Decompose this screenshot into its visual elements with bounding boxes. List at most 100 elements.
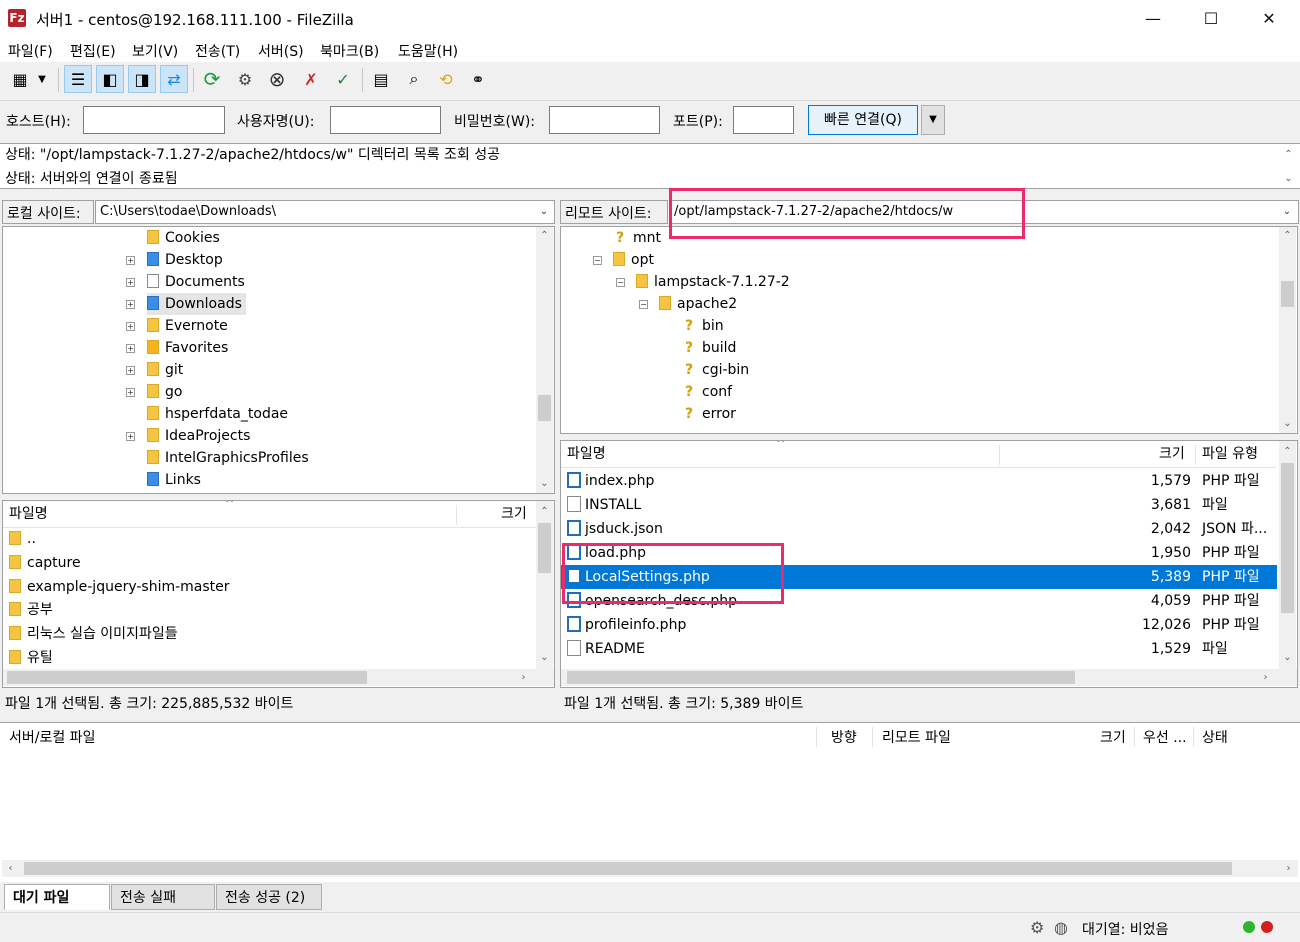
- scroll-thumb[interactable]: [24, 862, 1232, 875]
- vertical-scrollbar[interactable]: ⌃ ⌄: [1279, 441, 1296, 669]
- tree-item[interactable]: Desktop: [147, 249, 223, 271]
- directory-listing-filter-icon[interactable]: ▤: [367, 65, 395, 93]
- quickconnect-history-dropdown-icon[interactable]: ▼: [921, 105, 945, 135]
- tree-item[interactable]: lampstack-7.1.27-2: [636, 271, 790, 293]
- site-manager-icon[interactable]: ▦: [6, 65, 34, 93]
- collapse-icon[interactable]: −: [616, 278, 625, 287]
- close-button[interactable]: ✕: [1240, 0, 1298, 38]
- search-files-icon[interactable]: ⚭: [464, 65, 492, 93]
- scroll-up-icon[interactable]: ⌃: [1280, 146, 1297, 163]
- toggle-transfer-queue-icon[interactable]: ⇄: [160, 65, 188, 93]
- scroll-right-icon[interactable]: ›: [1257, 669, 1274, 686]
- horizontal-scrollbar[interactable]: ›: [3, 669, 554, 686]
- tree-item[interactable]: Evernote: [147, 315, 228, 337]
- tree-item[interactable]: Links: [147, 469, 201, 491]
- scroll-thumb[interactable]: [7, 671, 367, 684]
- tree-item[interactable]: ? mnt: [613, 227, 661, 249]
- queue-col-status[interactable]: 상태: [1202, 727, 1228, 747]
- tree-item[interactable]: Cookies: [147, 227, 220, 249]
- site-manager-dropdown-icon[interactable]: ▼: [32, 65, 52, 93]
- menu-transfer[interactable]: 전송(T): [195, 41, 240, 61]
- scroll-up-icon[interactable]: ⌃: [536, 503, 553, 520]
- scroll-down-icon[interactable]: ⌄: [1279, 649, 1296, 666]
- menu-file[interactable]: 파일(F): [8, 41, 53, 61]
- tree-item[interactable]: IdeaProjects: [147, 425, 250, 447]
- queue-col-size[interactable]: 크기: [1100, 727, 1126, 747]
- expand-icon[interactable]: +: [126, 432, 135, 441]
- quickconnect-button[interactable]: 빠른 연결(Q): [808, 105, 918, 135]
- disconnect-icon[interactable]: ✗: [297, 65, 325, 93]
- tree-item[interactable]: ? conf: [682, 381, 732, 403]
- tree-item[interactable]: hsperfdata_todae: [147, 403, 288, 425]
- expand-icon[interactable]: +: [126, 322, 135, 331]
- tree-item[interactable]: git: [147, 359, 183, 381]
- scroll-up-icon[interactable]: ⌃: [1279, 227, 1296, 244]
- column-header-size[interactable]: 크기: [1159, 441, 1185, 467]
- process-queue-icon[interactable]: ⚙: [231, 65, 259, 93]
- tree-item-selected[interactable]: Downloads: [147, 293, 246, 315]
- list-item[interactable]: README 1,529 파일: [561, 637, 1277, 661]
- list-item[interactable]: INSTALL 3,681 파일: [561, 493, 1277, 517]
- scroll-thumb[interactable]: [1281, 463, 1294, 613]
- list-item[interactable]: index.php 1,579 PHP 파일: [561, 469, 1277, 493]
- expand-icon[interactable]: +: [126, 388, 135, 397]
- speed-limit-icon[interactable]: ⚙: [1030, 918, 1044, 937]
- username-input[interactable]: [330, 106, 441, 134]
- scroll-down-icon[interactable]: ⌄: [536, 475, 553, 492]
- tree-item[interactable]: Documents: [147, 271, 245, 293]
- host-input[interactable]: [83, 106, 225, 134]
- tree-item[interactable]: ? error: [682, 403, 736, 425]
- tab-queued-files[interactable]: 대기 파일: [4, 884, 110, 910]
- tree-item[interactable]: opt: [613, 249, 654, 271]
- menu-edit[interactable]: 편집(E): [70, 41, 116, 61]
- menu-bookmarks[interactable]: 북마크(B): [320, 41, 379, 61]
- reconnect-icon[interactable]: ✓: [329, 65, 357, 93]
- scroll-up-icon[interactable]: ⌃: [1279, 443, 1296, 460]
- scroll-right-icon[interactable]: ›: [1280, 860, 1297, 877]
- tree-item[interactable]: go: [147, 381, 182, 403]
- cancel-operation-icon[interactable]: ⊗: [263, 65, 291, 93]
- column-header-filetype[interactable]: 파일 유형: [1202, 441, 1258, 467]
- scroll-thumb[interactable]: [1281, 281, 1294, 307]
- queue-col-direction[interactable]: 방향: [831, 727, 857, 747]
- expand-icon[interactable]: +: [126, 300, 135, 309]
- menu-server[interactable]: 서버(S): [258, 41, 304, 61]
- sync-browsing-icon[interactable]: ⟲: [432, 65, 460, 93]
- expand-icon[interactable]: +: [126, 344, 135, 353]
- menu-help[interactable]: 도움말(H): [398, 41, 458, 61]
- toggle-local-tree-icon[interactable]: ◧: [96, 65, 124, 93]
- scroll-down-icon[interactable]: ⌄: [1280, 170, 1297, 187]
- tree-item[interactable]: ? bin: [682, 315, 724, 337]
- tree-item[interactable]: ? build: [682, 337, 737, 359]
- scroll-down-icon[interactable]: ⌄: [1279, 415, 1296, 432]
- scroll-up-icon[interactable]: ⌃: [536, 227, 553, 244]
- tree-item[interactable]: IntelGraphicsProfiles: [147, 447, 309, 469]
- horizontal-scrollbar[interactable]: ‹ ›: [2, 860, 1298, 877]
- horizontal-scrollbar[interactable]: ›: [561, 669, 1297, 686]
- list-item[interactable]: example-jquery-shim-master: [9, 575, 230, 599]
- port-input[interactable]: [733, 106, 794, 134]
- maximize-button[interactable]: ☐: [1182, 0, 1240, 38]
- queue-col-priority[interactable]: 우선 ...: [1143, 727, 1187, 747]
- scroll-thumb[interactable]: [538, 395, 551, 421]
- vertical-scrollbar[interactable]: ⌃ ⌄: [536, 501, 553, 669]
- tree-item[interactable]: ? cgi-bin: [682, 359, 749, 381]
- vertical-scrollbar[interactable]: ⌃ ⌄: [1279, 227, 1296, 433]
- scroll-thumb[interactable]: [538, 523, 551, 573]
- password-input[interactable]: [549, 106, 660, 134]
- chevron-down-icon[interactable]: ⌄: [1278, 200, 1296, 224]
- tree-item[interactable]: apache2: [659, 293, 737, 315]
- queue-col-remote-file[interactable]: 리모트 파일: [882, 727, 951, 747]
- minimize-button[interactable]: —: [1124, 0, 1182, 38]
- network-config-icon[interactable]: ◍: [1054, 918, 1068, 937]
- list-item[interactable]: capture: [9, 551, 81, 575]
- list-item[interactable]: 리눅스 실습 이미지파일들: [9, 622, 178, 646]
- vertical-scrollbar[interactable]: ⌃ ⌄: [536, 227, 553, 493]
- expand-icon[interactable]: +: [126, 278, 135, 287]
- expand-icon[interactable]: +: [126, 366, 135, 375]
- scroll-left-icon[interactable]: ‹: [2, 860, 19, 877]
- list-item[interactable]: jsduck.json 2,042 JSON 파...: [561, 517, 1277, 541]
- expand-icon[interactable]: +: [126, 256, 135, 265]
- compare-directories-icon[interactable]: ⌕: [400, 65, 428, 93]
- scroll-right-icon[interactable]: ›: [515, 669, 532, 686]
